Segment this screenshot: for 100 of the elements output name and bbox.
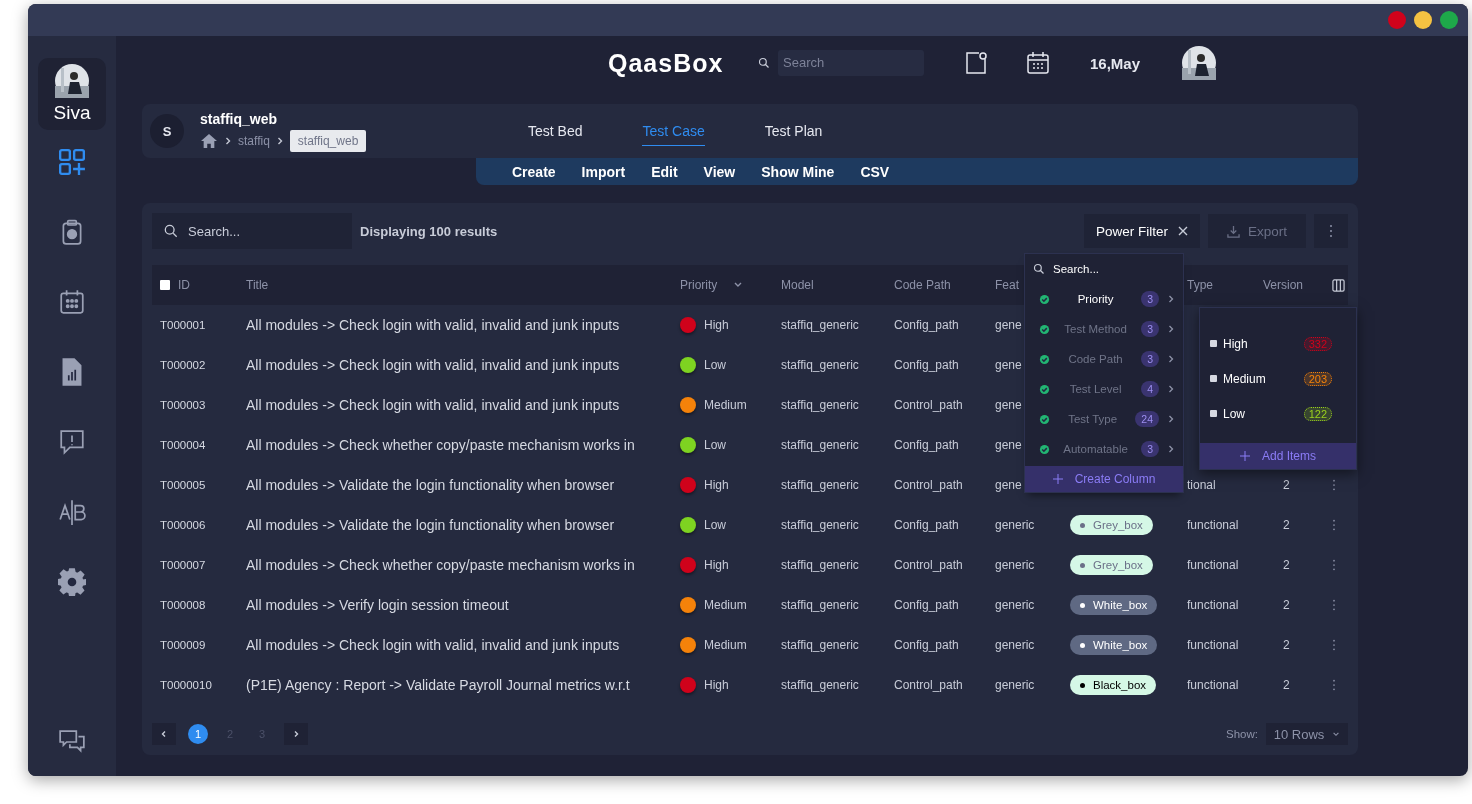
nav-ab-test-icon[interactable] xyxy=(58,498,86,526)
window-control-button[interactable] xyxy=(1440,11,1458,29)
window-control-button[interactable] xyxy=(1414,11,1432,29)
home-icon[interactable] xyxy=(200,132,218,149)
table-cell: All modules -> Check login with valid, invalid and junk inputs xyxy=(246,637,620,653)
tab[interactable]: Test Plan xyxy=(764,116,823,146)
table-cell: Control_path xyxy=(894,678,963,692)
table-cell: Medium xyxy=(704,398,747,412)
sort-icon[interactable] xyxy=(733,282,744,288)
row-menu-icon[interactable] xyxy=(1332,559,1336,571)
filter-option[interactable]: High 332 xyxy=(1200,326,1356,361)
date-label: 16,May xyxy=(1090,54,1142,72)
row-menu-icon[interactable] xyxy=(1332,599,1336,611)
table-cell: Control_path xyxy=(894,558,963,572)
nav-settings-icon[interactable] xyxy=(58,568,86,596)
table-cell: generic xyxy=(995,598,1035,612)
row-menu-icon[interactable] xyxy=(1332,479,1336,491)
column-header: Title xyxy=(246,278,269,292)
table-cell: All modules -> Verify login session timeout xyxy=(246,597,509,613)
app-logo: QaasBox xyxy=(608,48,725,78)
chevron-right-icon xyxy=(1167,415,1175,423)
action-button[interactable]: Import xyxy=(581,163,626,180)
power-filter-button[interactable]: Power Filter xyxy=(1084,214,1200,248)
search-icon xyxy=(164,224,178,238)
rows-dropdown[interactable]: 10 Rows xyxy=(1266,723,1348,745)
table-cell: Medium xyxy=(704,638,747,652)
column-header[interactable]: Priority xyxy=(680,278,718,292)
table-cell: Control_path xyxy=(894,398,963,412)
action-button[interactable]: CSV xyxy=(860,163,890,180)
profile-card[interactable]: Siva xyxy=(38,58,106,130)
breadcrumb-link[interactable]: staffiq_web xyxy=(289,129,367,152)
table-cell: 2 xyxy=(1283,518,1290,532)
table-cell: generic xyxy=(995,558,1035,572)
select-all-checkbox[interactable] xyxy=(160,280,170,290)
table-cell: (P1E) Agency : Report -> Validate Payroll Journal metrics w.r.t xyxy=(246,677,630,693)
add-items-button[interactable]: Add Items xyxy=(1200,443,1356,469)
plus-icon xyxy=(1240,451,1250,461)
columns-icon[interactable] xyxy=(1332,278,1345,292)
action-button[interactable]: Show Mine xyxy=(761,163,835,180)
filter-menu-item[interactable]: Priority 3 xyxy=(1025,284,1183,314)
test-method-tag: Grey_box xyxy=(1070,515,1153,535)
table-cell: Config_path xyxy=(894,598,959,612)
filter-menu-item[interactable]: Test Method 3 xyxy=(1025,314,1183,344)
search-field[interactable]: Search... xyxy=(152,213,352,249)
table-cell: functional xyxy=(1187,638,1239,652)
result-count: Displaying 100 results xyxy=(360,223,498,239)
chevron-right-icon xyxy=(1167,295,1175,303)
table-cell: functional xyxy=(1187,598,1239,612)
checkbox[interactable] xyxy=(1210,410,1217,417)
row-menu-icon[interactable] xyxy=(1332,679,1336,691)
rows-label: Show: xyxy=(1226,728,1258,740)
filter-option[interactable]: Low 122 xyxy=(1200,396,1356,431)
page-button[interactable]: 1 xyxy=(188,724,208,744)
row-menu-icon[interactable] xyxy=(1332,639,1336,651)
action-button[interactable]: Create xyxy=(512,163,556,180)
table-cell: 2 xyxy=(1283,598,1290,612)
table-cell: functional xyxy=(1187,518,1239,532)
search-icon xyxy=(1033,263,1045,275)
table-cell: 2 xyxy=(1283,638,1290,652)
table-cell: T000004 xyxy=(160,439,206,451)
nav-alert-icon[interactable] xyxy=(58,428,86,456)
caret-icon xyxy=(1332,731,1341,737)
table-cell: All modules -> Check whether copy/paste mechanism works in xyxy=(246,437,635,453)
filter-menu-item[interactable]: Automatable 3 xyxy=(1025,434,1183,464)
tab[interactable]: Test Case xyxy=(642,116,705,146)
filter-menu-item[interactable]: Test Level 4 xyxy=(1025,374,1183,404)
table-cell: High xyxy=(704,318,729,332)
chevron-icon xyxy=(275,136,284,145)
filter-menu-item[interactable]: Code Path 3 xyxy=(1025,344,1183,374)
row-menu-icon[interactable] xyxy=(1332,519,1336,531)
create-column-button[interactable]: Create Column xyxy=(1025,466,1183,492)
test-method-tag: Grey_box xyxy=(1070,555,1153,575)
table-cell: All modules -> Check login with valid, invalid and junk inputs xyxy=(246,357,620,373)
search-field[interactable]: Search... xyxy=(1025,254,1183,284)
table-cell: Low xyxy=(704,438,726,452)
checkbox[interactable] xyxy=(1210,375,1217,382)
calendar-icon[interactable] xyxy=(1026,51,1050,75)
close-icon xyxy=(1178,226,1188,236)
filter-option[interactable]: Medium 203 xyxy=(1200,361,1356,396)
breadcrumb-link[interactable]: staffiq xyxy=(238,133,270,148)
table-cell: 2 xyxy=(1283,478,1290,492)
table-cell: Config_path xyxy=(894,518,959,532)
action-button[interactable]: Edit xyxy=(651,163,678,180)
action-button[interactable]: View xyxy=(703,163,736,180)
table-cell: T000002 xyxy=(160,359,206,371)
table-cell: 2 xyxy=(1283,558,1290,572)
column-header: Feat xyxy=(995,278,1019,292)
user-name: Siva xyxy=(53,102,91,124)
table-cell: gene xyxy=(995,398,1022,412)
filter-menu-item[interactable]: Test Type 24 xyxy=(1025,404,1183,434)
table-cell: gene xyxy=(995,358,1022,372)
table-cell: gene xyxy=(995,478,1022,492)
notification-icon[interactable] xyxy=(964,51,988,75)
column-header: Code Path xyxy=(894,278,951,292)
table-cell: staffiq_generic xyxy=(781,598,859,612)
nav-grid-icon[interactable] xyxy=(58,148,86,176)
checkbox[interactable] xyxy=(1210,340,1217,347)
nav-calendar-icon[interactable] xyxy=(58,288,86,316)
test-method-tag: White_box xyxy=(1070,635,1158,655)
tab[interactable]: Test Bed xyxy=(528,116,583,146)
